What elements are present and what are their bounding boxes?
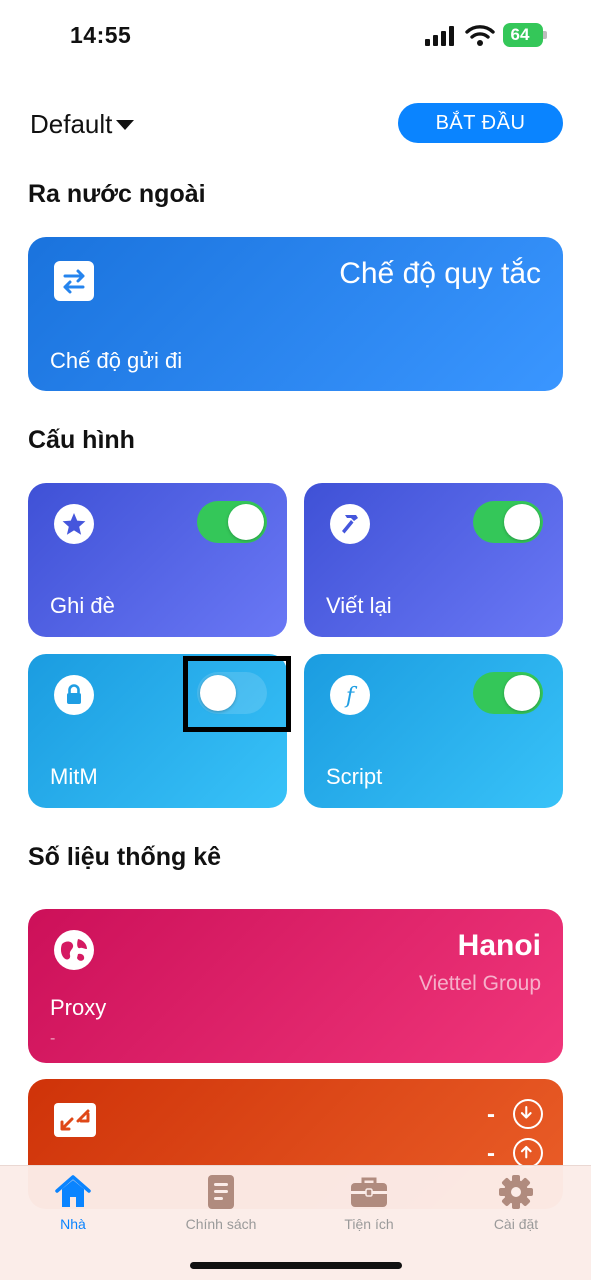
gear-icon xyxy=(499,1175,533,1209)
proxy-label: Proxy xyxy=(50,995,107,1020)
toggle-knob xyxy=(228,504,264,540)
traffic-arrows-icon xyxy=(54,1103,96,1137)
battery-icon: 64 xyxy=(503,23,547,47)
lock-icon xyxy=(54,675,94,715)
config-card-script[interactable]: f Script xyxy=(304,654,563,808)
config-label-rewrite: Viết lại xyxy=(326,593,392,618)
profile-name: Default xyxy=(30,108,113,139)
caret-down-icon xyxy=(116,120,135,130)
tab-home-label: Nhà xyxy=(60,1216,86,1232)
hammer-icon xyxy=(330,504,370,544)
config-label-override: Ghi đè xyxy=(50,593,115,618)
config-card-override[interactable]: Ghi đè xyxy=(28,483,287,637)
tab-utilities-label: Tiện ích xyxy=(344,1216,394,1232)
profile-selector[interactable]: Default xyxy=(30,106,135,142)
upload-arrow-icon xyxy=(513,1138,543,1168)
rewrite-toggle[interactable] xyxy=(473,501,543,543)
highlight-box xyxy=(183,656,291,732)
override-toggle[interactable] xyxy=(197,501,267,543)
config-label-script: Script xyxy=(326,764,383,789)
upload-value: - xyxy=(487,1140,495,1167)
wifi-icon xyxy=(465,25,495,46)
function-icon: f xyxy=(330,675,370,715)
config-card-rewrite[interactable]: Viết lại xyxy=(304,483,563,637)
tab-policy-label: Chính sách xyxy=(185,1216,257,1232)
download-value: - xyxy=(487,1101,495,1128)
toggle-knob xyxy=(504,675,540,711)
tab-settings[interactable]: Cài đặt xyxy=(456,1174,576,1232)
outbound-mode-value: Chế độ quy tắc xyxy=(339,257,541,290)
config-label-mitm: MitM xyxy=(50,764,98,789)
toggle-knob xyxy=(504,504,540,540)
tab-home[interactable]: Nhà xyxy=(13,1174,133,1232)
policy-icon xyxy=(208,1175,234,1209)
home-indicator[interactable] xyxy=(190,1262,402,1269)
status-time: 14:55 xyxy=(70,22,132,48)
battery-level: 64 xyxy=(503,23,543,47)
cellular-signal-icon xyxy=(425,26,454,46)
proxy-card[interactable]: Hanoi Viettel Group Proxy - xyxy=(28,909,563,1063)
download-arrow-icon xyxy=(513,1099,543,1129)
script-toggle[interactable] xyxy=(473,672,543,714)
proxy-sub: - xyxy=(50,1030,56,1047)
stats-section-title: Số liệu thống kê xyxy=(28,843,222,871)
outbound-section-title: Ra nước ngoài xyxy=(28,180,206,208)
start-button[interactable]: BẮT ĐẦU xyxy=(398,103,563,143)
config-section-title: Cấu hình xyxy=(28,426,135,454)
outbound-mode-label: Chế độ gửi đi xyxy=(50,348,183,373)
home-icon xyxy=(55,1175,91,1207)
tab-policy[interactable]: Chính sách xyxy=(161,1174,281,1232)
outbound-mode-card[interactable]: Chế độ quy tắc Chế độ gửi đi xyxy=(28,237,563,391)
star-icon xyxy=(54,504,94,544)
proxy-isp: Viettel Group xyxy=(418,972,541,995)
proxy-city: Hanoi xyxy=(457,929,541,962)
tab-settings-label: Cài đặt xyxy=(493,1216,539,1232)
battery-cap xyxy=(543,31,547,39)
tab-utilities[interactable]: Tiện ích xyxy=(309,1174,429,1232)
globe-icon xyxy=(54,930,94,970)
toolbox-icon xyxy=(351,1177,387,1207)
status-bar: 14:55 64 xyxy=(0,0,591,70)
transfer-arrows-icon xyxy=(54,261,94,301)
